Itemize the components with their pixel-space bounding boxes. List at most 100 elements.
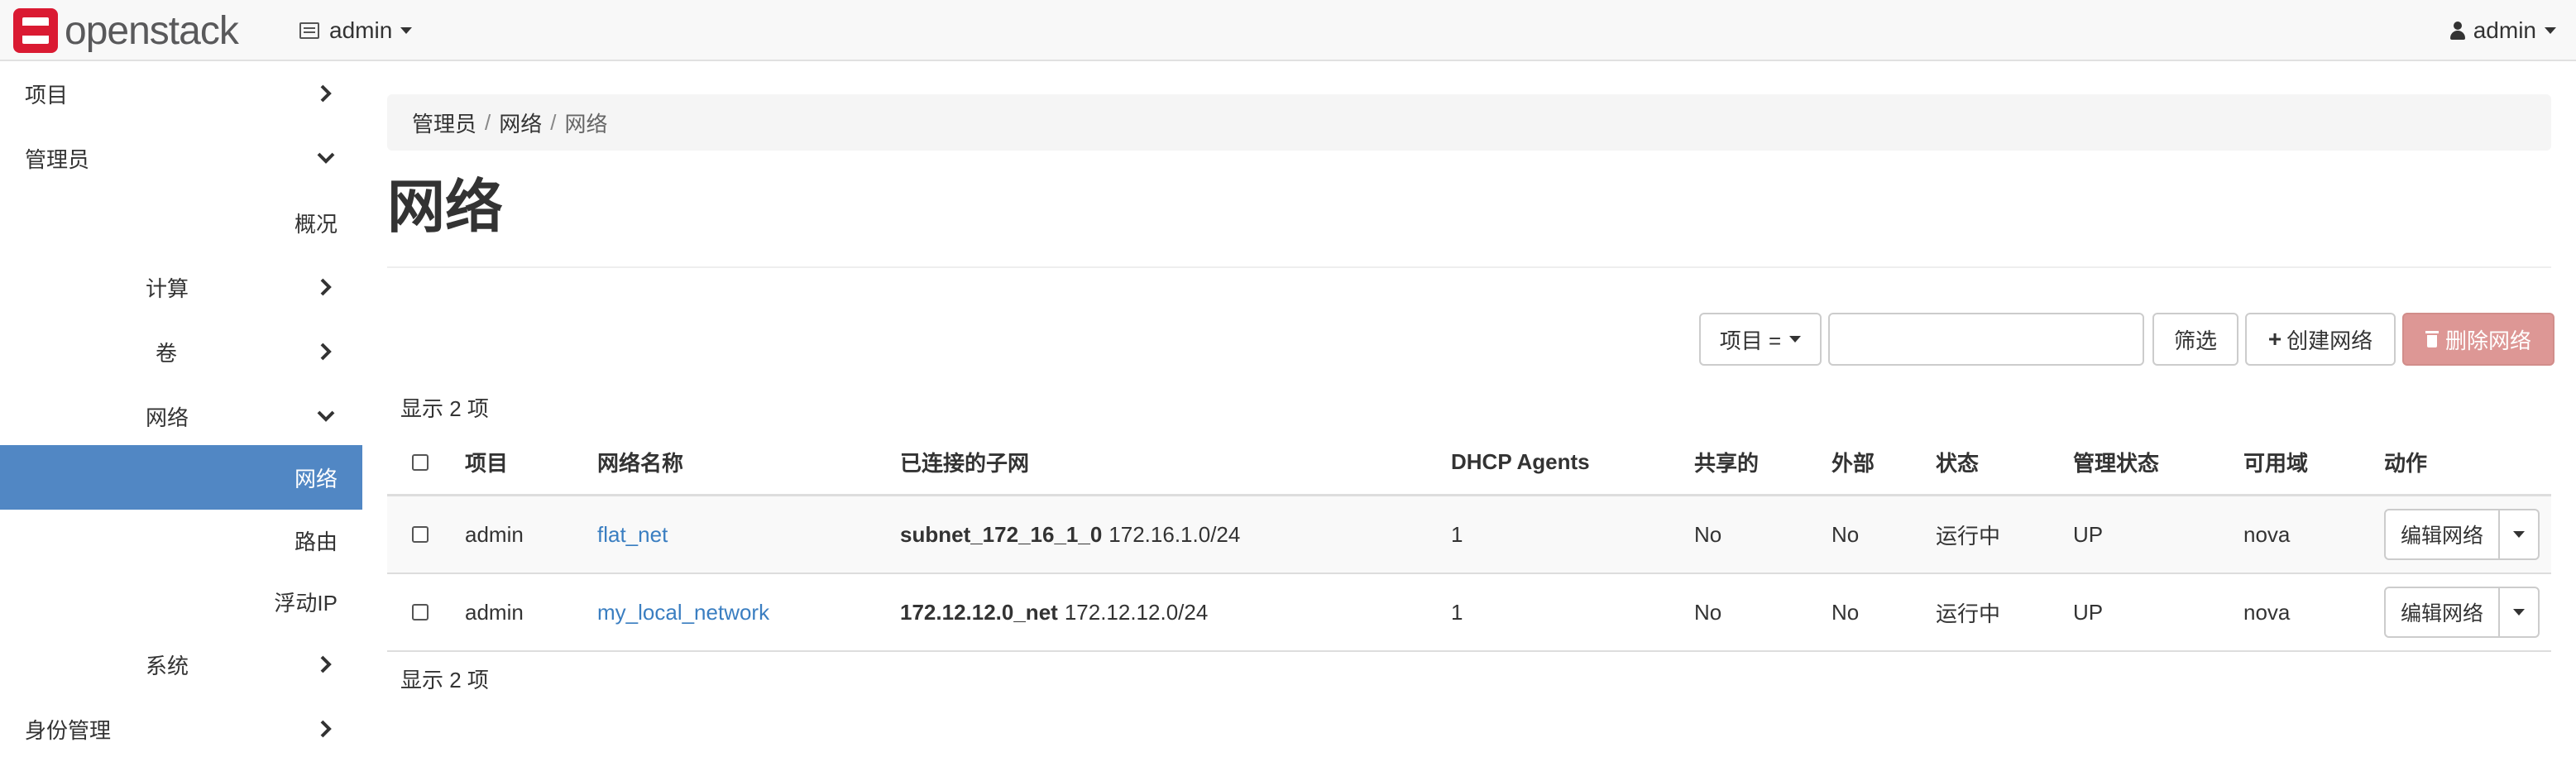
trash-icon — [2425, 331, 2439, 347]
breadcrumb-network[interactable]: 网络 — [499, 108, 542, 138]
caret-down-icon — [2513, 531, 2525, 538]
title-divider — [387, 266, 2551, 268]
top-navbar: openstack admin admin — [0, 0, 2576, 61]
cell-project: admin — [465, 521, 524, 547]
column-header-status[interactable]: 状态 — [1936, 430, 1979, 494]
cell-subnets: subnet_172_16_1_0 172.16.1.0/24 — [900, 496, 1240, 573]
cell-status: 运行中 — [1936, 523, 2001, 549]
caret-down-icon — [1789, 336, 1802, 343]
network-name-link[interactable]: my_local_network — [597, 600, 769, 625]
chevron-down-icon — [316, 148, 336, 168]
sidebar-item-label: 计算 — [146, 276, 189, 301]
breadcrumb-separator: / — [550, 109, 557, 135]
edit-network-button[interactable]: 编辑网络 — [2384, 509, 2500, 560]
cell-network-name: flat_net — [597, 496, 668, 573]
filter-type-dropdown[interactable]: 项目 = — [1699, 313, 1822, 366]
row-select-cell — [412, 574, 429, 650]
column-header-subnets[interactable]: 已连接的子网 — [900, 430, 1029, 494]
sidebar-item-label: 卷 — [156, 340, 178, 366]
table-row: admin flat_net subnet_172_16_1_0 172.16.… — [387, 496, 2551, 574]
chevron-down-icon — [316, 406, 336, 426]
cell-project: admin — [465, 599, 524, 625]
cell-actions: 编辑网络 — [2384, 496, 2540, 573]
breadcrumb-current: 网络 — [564, 111, 608, 137]
sidebar-item-network-group[interactable]: 网络 — [0, 384, 362, 448]
sidebar-item-networks[interactable]: 网络 — [0, 445, 362, 510]
column-header-availability-zone[interactable]: 可用域 — [2243, 430, 2308, 494]
cell-external: No — [1831, 599, 1860, 625]
sidebar-item-label: 管理员 — [25, 146, 90, 172]
sidebar-item-compute[interactable]: 计算 — [0, 255, 362, 319]
breadcrumb-admin[interactable]: 管理员 — [412, 108, 476, 138]
chevron-right-icon — [316, 719, 336, 739]
sidebar-item-label: 身份管理 — [25, 717, 112, 743]
column-header-admin-state[interactable]: 管理状态 — [2073, 430, 2159, 494]
delete-networks-button[interactable]: 删除网络 — [2402, 313, 2554, 366]
row-actions-dropdown[interactable] — [2500, 587, 2540, 638]
cell-shared: No — [1694, 521, 1722, 547]
user-menu[interactable]: admin — [2449, 15, 2556, 46]
cell-network-name: my_local_network — [597, 574, 769, 650]
breadcrumb-separator: / — [485, 109, 491, 135]
cell-dhcp-agents: 1 — [1451, 599, 1463, 625]
network-name-link[interactable]: flat_net — [597, 522, 668, 548]
sidebar-item-admin[interactable]: 管理员 — [0, 126, 362, 190]
cell-status: 运行中 — [1936, 601, 2001, 626]
sidebar-item-label: 概况 — [294, 211, 338, 237]
sidebar-item-routers[interactable]: 路由 — [0, 508, 362, 573]
chevron-right-icon — [316, 342, 336, 362]
column-header-project[interactable]: 项目 — [465, 430, 508, 494]
row-checkbox[interactable] — [412, 604, 429, 620]
sidebar-item-identity[interactable]: 身份管理 — [0, 697, 362, 761]
sidebar-item-system[interactable]: 系统 — [0, 632, 362, 697]
breadcrumb: 管理员 / 网络 / 网络 — [387, 94, 2551, 151]
column-header-shared[interactable]: 共享的 — [1694, 430, 1759, 494]
table-row: admin my_local_network 172.12.12.0_net 1… — [387, 574, 2551, 652]
cell-actions: 编辑网络 — [2384, 574, 2540, 650]
row-checkbox[interactable] — [412, 526, 429, 543]
caret-down-icon — [2545, 27, 2556, 34]
sidebar-item-label: 路由 — [294, 529, 338, 554]
project-switcher-label: admin — [329, 17, 393, 43]
sidebar-item-floating-ips[interactable]: 浮动IP — [0, 569, 362, 634]
select-all-checkbox[interactable] — [412, 453, 429, 471]
column-header-external[interactable]: 外部 — [1831, 430, 1875, 494]
filter-input[interactable] — [1828, 313, 2144, 366]
chevron-right-icon — [316, 654, 336, 674]
edit-network-button[interactable]: 编辑网络 — [2384, 587, 2500, 638]
sidebar-item-overview[interactable]: 概况 — [0, 190, 362, 255]
item-count-top: 显示 2 项 — [400, 396, 489, 421]
project-switcher[interactable]: admin — [299, 15, 413, 46]
cell-external: No — [1831, 521, 1860, 547]
sidebar: 项目 管理员 概况 计算 卷 网络 网络 路由 浮动IP 系统 身份管理 — [0, 61, 362, 781]
openstack-logo[interactable]: openstack — [13, 8, 239, 53]
sidebar-item-label: 网络 — [146, 405, 189, 430]
cell-availability-zone: nova — [2243, 521, 2291, 547]
create-network-button[interactable]: + 创建网络 — [2245, 313, 2396, 366]
cell-admin-state: UP — [2073, 599, 2104, 625]
sidebar-item-project[interactable]: 项目 — [0, 61, 362, 126]
column-header-network-name[interactable]: 网络名称 — [597, 430, 683, 494]
create-network-label: 创建网络 — [2286, 328, 2373, 353]
row-actions-dropdown[interactable] — [2500, 509, 2540, 560]
user-menu-label: admin — [2473, 17, 2536, 43]
openstack-logo-icon — [13, 8, 58, 53]
sidebar-item-label: 网络 — [294, 466, 338, 491]
sidebar-item-volumes[interactable]: 卷 — [0, 319, 362, 384]
caret-down-icon — [2513, 609, 2525, 616]
sidebar-item-label: 浮动IP — [274, 590, 338, 616]
sidebar-item-label: 系统 — [146, 653, 189, 678]
user-icon — [2449, 22, 2465, 40]
chevron-right-icon — [316, 84, 336, 103]
subnet-name: subnet_172_16_1_0 — [900, 521, 1103, 547]
cell-availability-zone: nova — [2243, 599, 2291, 625]
column-header-actions: 动作 — [2384, 451, 2428, 476]
subnet-cidr: 172.16.1.0/24 — [1108, 521, 1241, 547]
delete-networks-label: 删除网络 — [2444, 328, 2531, 353]
page-title: 网络 — [387, 175, 503, 239]
column-header-dhcp-agents[interactable]: DHCP Agents — [1451, 430, 1590, 494]
brand-name: openstack — [65, 8, 239, 53]
filter-button[interactable]: 筛选 — [2152, 313, 2238, 366]
plus-icon: + — [2267, 326, 2282, 352]
row-select-cell — [412, 496, 429, 573]
